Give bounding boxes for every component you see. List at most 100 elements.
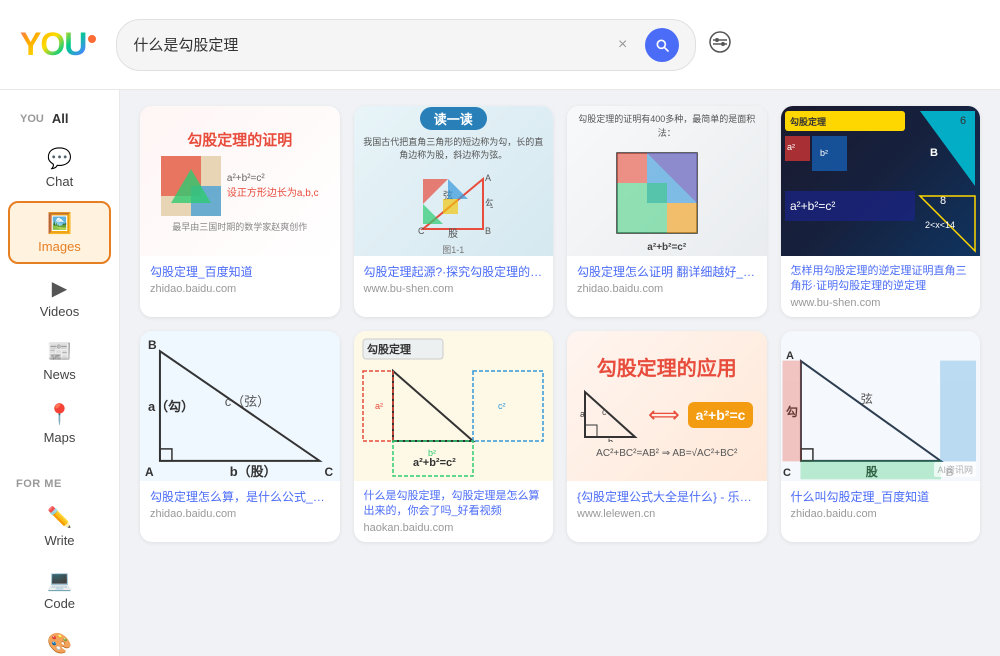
main-layout: YOU All 💬 Chat 🖼️ Images ▶ Videos 📰 News… <box>0 90 1000 656</box>
image-card-7[interactable]: 勾股定理的应用 b a c ⟺ a²+b²=c AC²+BC²=AB² ⇒ AB… <box>567 331 767 542</box>
card4-info: 怎样用勾股定理的逆定理证明直角三角形·证明勾股定理的逆定理 www.bu-she… <box>781 256 981 317</box>
svg-text:勾股定理: 勾股定理 <box>367 342 411 356</box>
sidebar-item-label: Write <box>44 533 74 548</box>
svg-text:B: B <box>148 338 157 352</box>
svg-text:b²: b² <box>820 148 828 158</box>
card1-info: 勾股定理_百度知道 zhidao.baidu.com <box>140 256 340 303</box>
filter-button[interactable] <box>708 30 732 60</box>
card8-svg: 股 勾 弦 C B A <box>781 331 981 481</box>
card2-read-label: 读一读 <box>420 107 487 130</box>
image-thumb-5: b（股） a（勾） c（弦） A C B <box>140 331 340 481</box>
card5-title-link: 勾股定理怎么算，是什么公式_百度知道 <box>150 489 330 506</box>
all-label: All <box>52 111 69 126</box>
for-me-label: For Me <box>0 470 119 494</box>
svg-text:a（勾）: a（勾） <box>148 399 194 414</box>
image-card-1[interactable]: 勾股定理的证明 a²+b²=c² 设正方形边长为a,b,c <box>140 106 340 317</box>
sidebar-item-chat[interactable]: 💬 Chat <box>8 138 111 197</box>
image-card-2[interactable]: 读一读 我国古代把直角三角形的短边称为勾，长的直角边称为股，斜边称为弦。 股 勾… <box>354 106 554 317</box>
image-thumb-8: 股 勾 弦 C B A AI资讯网 <box>781 331 981 481</box>
logo: YOU <box>20 26 96 63</box>
svg-text:股: 股 <box>448 228 458 239</box>
sidebar-item-label: Videos <box>40 304 80 319</box>
chat-icon: 💬 <box>47 146 72 171</box>
card5-info: 勾股定理怎么算，是什么公式_百度知道 zhidao.baidu.com <box>140 481 340 528</box>
svg-text:勾股定理: 勾股定理 <box>790 116 826 127</box>
card7-title-link: {勾股定理公式大全是什么} - 乐乐何答 <box>577 489 757 506</box>
sidebar-item-label: Maps <box>44 430 76 445</box>
image-card-6[interactable]: 勾股定理 a²+b²=c² a² b² c² <box>354 331 554 542</box>
svg-text:a: a <box>580 409 585 419</box>
sidebar-item-videos[interactable]: ▶ Videos <box>8 268 111 327</box>
svg-text:B: B <box>485 226 491 236</box>
image-thumb-4: 勾股定理 B 6 8 a²+b²=c² 2<x<14 <box>781 106 981 256</box>
svg-text:2<x<14: 2<x<14 <box>925 220 955 230</box>
sidebar-item-maps[interactable]: 📍 Maps <box>8 394 111 453</box>
card5-triangle-svg: b（股） a（勾） c（弦） A C B <box>140 331 340 481</box>
card3-info: 勾股定理怎么证明 翻详细越好_百度知道 zhidao.baidu.com <box>567 256 767 303</box>
image-card-3[interactable]: 勾股定理的证明有400多种，最简单的是面积法： a²+b²=c² <box>567 106 767 317</box>
sidebar-item-news[interactable]: 📰 News <box>8 331 111 390</box>
image-card-4[interactable]: 勾股定理 B 6 8 a²+b²=c² 2<x<14 <box>781 106 981 317</box>
sidebar-item-code[interactable]: 💻 Code <box>8 560 111 619</box>
sidebar-item-label: Code <box>44 596 75 611</box>
svg-text:b²: b² <box>428 448 436 458</box>
code-icon: 💻 <box>47 568 72 593</box>
svg-text:a²+b²=c²: a²+b²=c² <box>790 199 835 213</box>
svg-text:6: 6 <box>960 115 966 127</box>
svg-text:A: A <box>145 465 154 479</box>
card7-info: {勾股定理公式大全是什么} - 乐乐何答 www.lelewen.cn <box>567 481 767 528</box>
card6-pythagorean-svg: 勾股定理 a²+b²=c² a² b² c² <box>354 331 554 481</box>
search-button[interactable] <box>645 28 679 62</box>
card6-title-link: 什么是勾股定理，勾股定理是怎么算出来的，你会了吗_好看视频 <box>364 489 544 520</box>
svg-text:C: C <box>782 467 790 479</box>
card7-main-title: 勾股定理的应用 <box>597 352 737 381</box>
logo-dot <box>88 35 96 43</box>
svg-text:a²+b²=c²: a²+b²=c² <box>413 457 456 469</box>
card2-source: www.bu-shen.com <box>364 283 544 295</box>
sidebar-item-label: Images <box>38 239 81 254</box>
card4-main-svg: 勾股定理 B 6 8 a²+b²=c² 2<x<14 <box>781 106 981 256</box>
image-thumb-2: 读一读 我国古代把直角三角形的短边称为勾，长的直角边称为股，斜边称为弦。 股 勾… <box>354 106 554 256</box>
maps-icon: 📍 <box>47 402 72 427</box>
write-icon: ✏️ <box>47 505 72 530</box>
card8-source: zhidao.baidu.com <box>791 508 971 520</box>
images-icon: 🖼️ <box>47 211 72 236</box>
svg-text:C: C <box>418 226 425 236</box>
videos-icon: ▶ <box>52 276 67 301</box>
clear-button[interactable]: × <box>612 34 633 56</box>
svg-text:弦: 弦 <box>860 391 872 406</box>
card6-source: haokan.baidu.com <box>364 522 544 534</box>
svg-text:b（股）: b（股） <box>230 464 277 479</box>
card8-info: 什么叫勾股定理_百度知道 zhidao.baidu.com <box>781 481 981 528</box>
imagine-icon: 🎨 <box>47 631 72 656</box>
card3-proof-svg <box>612 148 722 238</box>
image-thumb-7: 勾股定理的应用 b a c ⟺ a²+b²=c AC²+BC²=AB² ⇒ AB… <box>567 331 767 481</box>
sidebar-item-images[interactable]: 🖼️ Images <box>8 201 111 264</box>
svg-text:A: A <box>485 173 491 183</box>
card8-title-link: 什么叫勾股定理_百度知道 <box>791 489 971 506</box>
image-card-5[interactable]: b（股） a（勾） c（弦） A C B 勾股定理怎么算，是什么公式_百度知道 … <box>140 331 340 542</box>
card7-source: www.lelewen.cn <box>577 508 757 520</box>
search-input[interactable] <box>133 36 604 53</box>
search-icon <box>654 37 670 53</box>
image-card-8[interactable]: 股 勾 弦 C B A AI资讯网 <box>781 331 981 542</box>
card2-triangle-svg: 股 勾 弦 C B A <box>413 169 493 239</box>
svg-text:B: B <box>930 147 938 159</box>
svg-text:c（弦）: c（弦） <box>225 394 270 409</box>
image-grid: 勾股定理的证明 a²+b²=c² 设正方形边长为a,b,c <box>140 106 980 542</box>
you-label: YOU <box>20 113 44 125</box>
sidebar-item-all[interactable]: YOU All <box>8 103 111 134</box>
card3-title-link: 勾股定理怎么证明 翻详细越好_百度知道 <box>577 264 757 281</box>
svg-text:b: b <box>608 437 613 442</box>
sidebar-item-write[interactable]: ✏️ Write <box>8 497 111 556</box>
card6-info: 什么是勾股定理，勾股定理是怎么算出来的，你会了吗_好看视频 haokan.bai… <box>354 481 554 542</box>
svg-text:C: C <box>325 465 334 479</box>
watermark: AI资讯网 <box>934 462 976 477</box>
search-bar: × <box>116 19 696 71</box>
header: YOU × <box>0 0 1000 90</box>
svg-text:c: c <box>602 407 607 417</box>
card7-triangle-svg: b a c <box>580 387 640 442</box>
svg-text:a²: a² <box>375 401 383 411</box>
sidebar-item-imagine[interactable]: 🎨 Imagine <box>8 623 111 656</box>
svg-text:c²: c² <box>498 401 506 411</box>
